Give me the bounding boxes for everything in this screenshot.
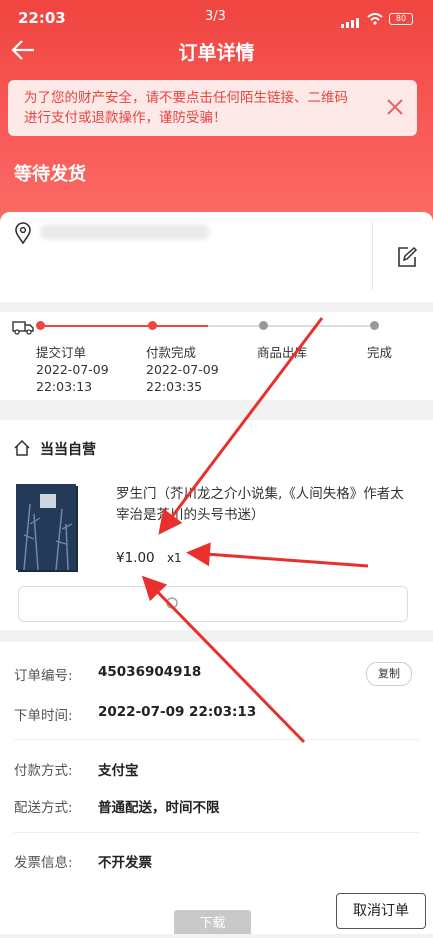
signal-icon (341, 10, 361, 28)
order-progress: 提交订单 2022-07-09 22:03:13 付款完成 2022-07-09… (0, 312, 433, 400)
shipping-label: 配送方式: (14, 800, 73, 816)
order-status: 等待发货 (14, 164, 86, 185)
quantity: x1 (166, 551, 182, 565)
bamboo-pattern (23, 503, 73, 570)
status-icons: 80 (341, 10, 413, 28)
copy-button[interactable]: 复制 (366, 662, 412, 686)
status-time: 22:03 (18, 9, 66, 27)
edit-icon[interactable] (396, 246, 418, 268)
shipping-value: 普通配送，时间不限 (98, 800, 220, 816)
item-action-button[interactable] (18, 586, 408, 622)
step-submit: 提交订单 2022-07-09 22:03:13 (36, 345, 109, 394)
divider (14, 832, 419, 833)
order-no-value: 45036904918 (98, 664, 202, 680)
step-paid: 付款完成 2022-07-09 22:03:35 (146, 345, 219, 394)
security-notice: 为了您的财产安全，请不要点击任何陌生链接、二维码进行支付或退款操作，谨防受骗！ (8, 80, 417, 136)
product-name[interactable]: 罗生门（芥川龙之介小说集,《人间失格》作者太宰治是芥川的头号书迷） (116, 484, 416, 526)
step-dot (148, 321, 157, 330)
payment-value: 支付宝 (98, 763, 139, 779)
product-price: ¥1.00 x1 (116, 550, 182, 566)
truck-icon (12, 321, 34, 335)
order-info-card: 订单编号: 45036904918 复制 下单时间: 2022-07-09 22… (0, 642, 433, 934)
wifi-icon (367, 13, 383, 25)
cancel-order-button[interactable]: 取消订单 (336, 893, 426, 929)
divider (14, 739, 419, 740)
payment-label: 付款方式: (14, 763, 73, 779)
order-no-label: 订单编号: (14, 668, 73, 684)
service-icon (166, 597, 178, 609)
close-icon[interactable] (385, 97, 405, 117)
home-icon (14, 440, 30, 456)
masked-address (40, 224, 210, 240)
book-cover-image[interactable] (16, 484, 76, 570)
battery-icon: 80 (389, 13, 413, 25)
progress-line-done (40, 325, 152, 327)
invoice-label: 发票信息: (14, 855, 73, 871)
step-dot (370, 321, 379, 330)
status-bar: 22:03 3/3 80 (0, 6, 433, 32)
location-pin-icon (15, 222, 31, 244)
order-time-label: 下单时间: (14, 708, 73, 724)
price-value: ¥1.00 (116, 550, 155, 566)
download-button[interactable]: 下载 (174, 910, 251, 934)
address-card[interactable] (0, 212, 433, 302)
shop-card: 当当自营 罗生门（芥川龙之介小说集,《人间失格》作者太宰治是芥川的头号书迷） ¥… (0, 420, 433, 630)
order-time-value: 2022-07-09 22:03:13 (98, 704, 257, 720)
invoice-value: 不开发票 (98, 855, 152, 871)
shop-name: 当当自营 (40, 442, 96, 458)
page-indicator: 3/3 (205, 9, 226, 24)
step-shipped: 商品出库 (257, 345, 308, 360)
step-dot (259, 321, 268, 330)
page-title: 订单详情 (178, 42, 255, 64)
step-dot (36, 321, 45, 330)
progress-line-done (152, 325, 208, 327)
notice-text: 为了您的财产安全，请不要点击任何陌生链接、二维码进行支付或退款操作，谨防受骗！ (24, 90, 348, 126)
step-complete: 完成 (367, 345, 393, 360)
divider (372, 222, 373, 290)
progress-line-pending (208, 325, 374, 327)
